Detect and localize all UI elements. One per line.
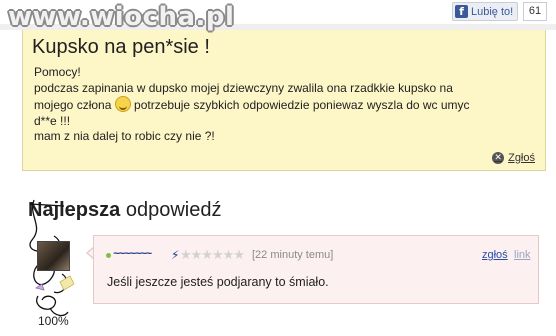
answer-report-link[interactable]: zgłoś: [482, 249, 508, 261]
question-box: Kupsko na pen*sie ! Pomocy! podczas zapi…: [22, 30, 546, 171]
question-body: Pomocy! podczas zapinania w dupsko mojej…: [34, 65, 539, 145]
question-title: Kupsko na pen*sie !: [32, 36, 210, 58]
question-line: d**e !!!: [34, 113, 71, 128]
facebook-icon: f: [455, 5, 468, 18]
avatar[interactable]: [37, 241, 70, 271]
close-icon: ✕: [492, 152, 505, 164]
answer-username[interactable]: ~~~~~~~: [113, 248, 152, 260]
question-line: Pomocy!: [34, 65, 81, 79]
answer-permalink[interactable]: link: [514, 249, 531, 261]
report-label: Zgłoś: [508, 152, 535, 164]
question-report-link[interactable]: ✕ Zgłoś: [492, 152, 535, 164]
answer-time: [22 minuty temu]: [252, 249, 334, 261]
facebook-like-button[interactable]: f Lubię to!: [452, 2, 519, 21]
smiley-icon: [114, 96, 131, 112]
like-label: Lubię to!: [471, 5, 514, 18]
rank-icon: ⚡: [171, 248, 180, 262]
question-line: potrzebuje szybkich odpowiedzie poniewaz…: [130, 98, 470, 112]
like-count: 61: [523, 2, 547, 21]
best-answer-box: ~~~~~~~ ⚡ ★★★★★★ [22 minuty temu] zgłoś …: [93, 235, 539, 304]
question-line: mam z nia dalej to robic czy nie ?!: [34, 129, 215, 143]
site-watermark: www.wiocha.pl: [8, 2, 235, 32]
heading-rest: odpowiedź: [120, 199, 222, 221]
online-status-dot: [106, 253, 111, 258]
rating-percent: 100%: [38, 314, 69, 328]
answer-text: Jeśli jeszcze jesteś podjarany to śmiało…: [107, 275, 329, 289]
question-line: mojego człona: [34, 98, 115, 112]
rating-stars: ★★★★★★: [180, 247, 245, 262]
question-line: podczas zapinania w dupsko mojej dziewcz…: [34, 80, 453, 95]
